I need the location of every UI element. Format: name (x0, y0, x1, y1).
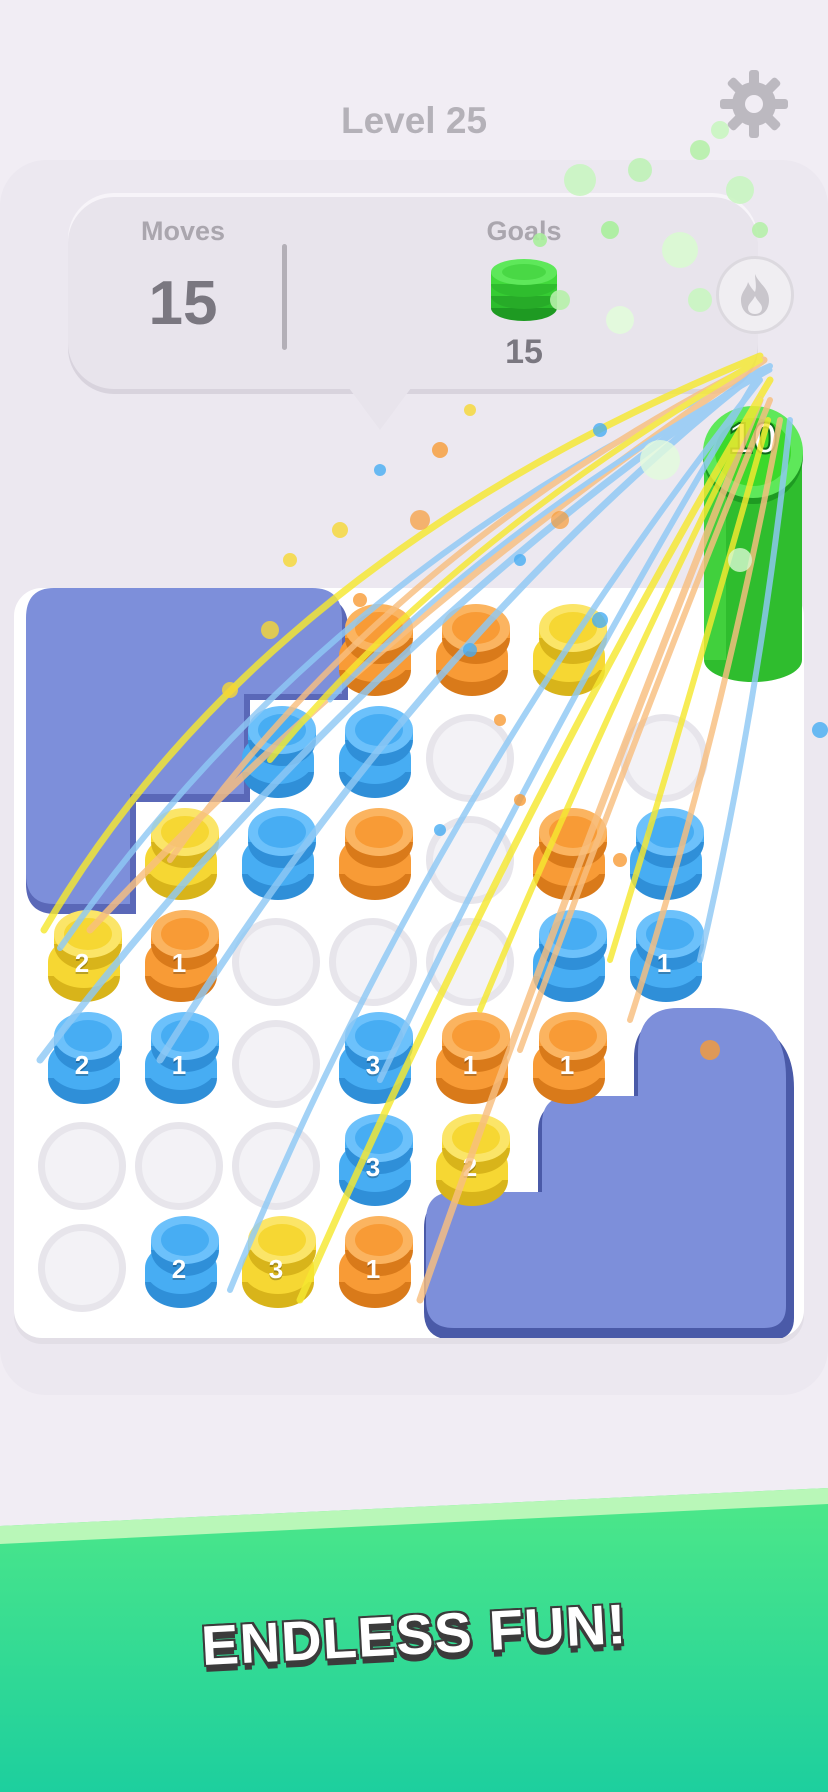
coin-stack-yellow[interactable]: 2 (428, 1112, 512, 1212)
stack-count: 2 (74, 948, 90, 978)
empty-slot[interactable] (38, 1224, 126, 1312)
stack-count: 1 (171, 1050, 187, 1080)
coin-stack-blue[interactable]: 3 (331, 1112, 415, 1212)
empty-slot[interactable] (329, 918, 417, 1006)
stack-count: 1 (559, 1050, 575, 1080)
stack-count: 1 (462, 1050, 478, 1080)
coin-stack-orange[interactable] (331, 806, 415, 906)
coin-stack-orange[interactable] (428, 602, 512, 702)
coin-stack-blue[interactable] (331, 704, 415, 804)
stack-count: 3 (365, 1050, 381, 1080)
coin-stack-blue[interactable]: 1 (622, 908, 706, 1008)
empty-slot[interactable] (232, 1122, 320, 1210)
stack-count: 1 (171, 948, 187, 978)
moves-label: Moves (140, 216, 226, 246)
empty-slot[interactable] (232, 1020, 320, 1108)
coin-stack-blue[interactable]: 2 (40, 1010, 124, 1110)
flame-icon (741, 274, 769, 316)
coin-stack-orange[interactable] (525, 806, 609, 906)
stack-count: 2 (74, 1050, 90, 1080)
coin-stack-yellow[interactable]: 2 (40, 908, 124, 1008)
stack-count: 2 (462, 1152, 478, 1182)
stack-count: 3 (365, 1152, 381, 1182)
coin-stack-orange[interactable]: 1 (137, 908, 221, 1008)
empty-slot[interactable] (232, 918, 320, 1006)
coin-stack-blue[interactable] (234, 704, 318, 804)
stack-count: 1 (365, 1254, 381, 1284)
stack-count: 2 (171, 1254, 187, 1284)
stack-count: 1 (656, 948, 672, 978)
coin-stack-orange[interactable]: 1 (428, 1010, 512, 1110)
moves-value: 15 (148, 269, 218, 338)
coin-stack-blue[interactable]: 1 (137, 1010, 221, 1110)
coin-stack-yellow[interactable]: 3 (234, 1214, 318, 1314)
coin-stack-yellow[interactable] (525, 602, 609, 702)
coin-stack-blue[interactable] (622, 806, 706, 906)
coin-stack-blue[interactable] (234, 806, 318, 906)
coin-stack-blue[interactable]: 3 (331, 1010, 415, 1110)
green-coin-stack-icon (485, 252, 563, 328)
coin-stack-blue[interactable] (525, 908, 609, 1008)
game-board: 2 1 1 2 1 3 1 1 3 2 2 3 1 (14, 588, 804, 1338)
empty-slot[interactable] (135, 1122, 223, 1210)
tower-count: 10 (728, 413, 779, 464)
coin-stack-blue[interactable]: 2 (137, 1214, 221, 1314)
coin-stack-yellow[interactable] (137, 806, 221, 906)
coin-stack-orange[interactable]: 1 (331, 1214, 415, 1314)
empty-slot[interactable] (426, 918, 514, 1006)
goals-value: 15 (505, 333, 543, 371)
booster-button[interactable] (716, 256, 794, 334)
empty-slot[interactable] (426, 816, 514, 904)
coin-stack-orange[interactable]: 1 (525, 1010, 609, 1110)
stats-divider (282, 244, 287, 350)
level-title: Level 25 (340, 100, 488, 141)
coin-stack-orange[interactable] (331, 602, 415, 702)
stack-count: 3 (268, 1254, 284, 1284)
empty-slot[interactable] (38, 1122, 126, 1210)
empty-slot[interactable] (620, 714, 708, 802)
goals-label: Goals (486, 216, 562, 246)
empty-slot[interactable] (426, 714, 514, 802)
stats-pointer (346, 384, 414, 430)
